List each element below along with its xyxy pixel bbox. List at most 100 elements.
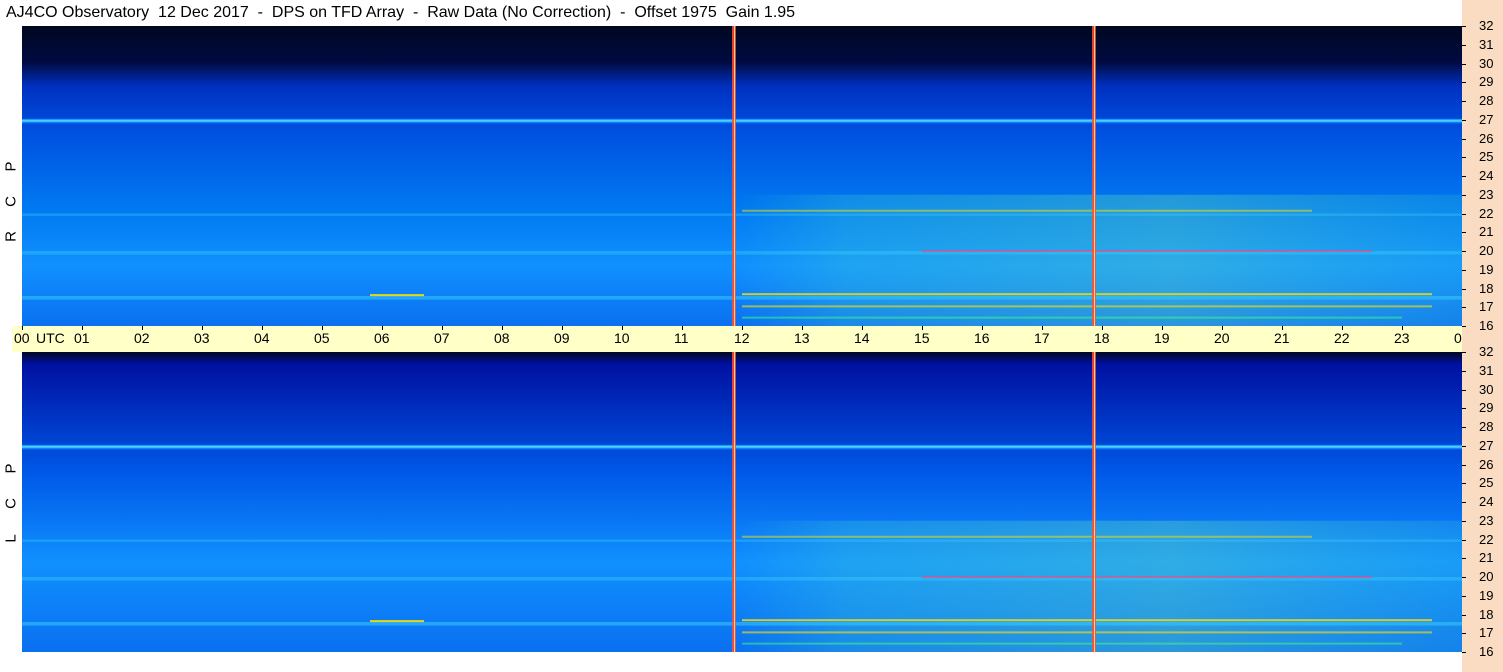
freq-tick-label: 27 xyxy=(1479,111,1494,127)
time-tick-label: 05 xyxy=(314,330,330,346)
freq-tick-mark xyxy=(1462,408,1466,410)
freq-tick-label: 18 xyxy=(1479,280,1494,296)
freq-tick-label: 24 xyxy=(1479,168,1494,183)
time-tick-label: 09 xyxy=(554,330,570,346)
pol-letter: C xyxy=(2,196,20,207)
freq-tick-mark xyxy=(1462,176,1466,177)
time-tick-label: 15 xyxy=(914,330,930,346)
page-title: AJ4CO Observatory 12 Dec 2017 - DPS on T… xyxy=(6,4,796,21)
interference-line xyxy=(22,119,1462,122)
freq-tick-mark xyxy=(1462,352,1466,353)
time-tick-label: 10 xyxy=(614,330,630,346)
freq-tick-label: 26 xyxy=(1479,130,1494,146)
freq-tick-label: 19 xyxy=(1479,587,1494,603)
freq-tick-label: 22 xyxy=(1479,531,1494,547)
interference-line xyxy=(742,619,1432,622)
freq-tick-mark xyxy=(1462,558,1466,560)
pol-letter: L xyxy=(2,534,20,543)
freq-tick-mark xyxy=(1462,652,1466,653)
freq-tick-label: 19 xyxy=(1479,261,1494,277)
time-axis: 00 01 02 03 04 05 06 07 08 09 10 11 12 13 14 15 16 17 18 19… xyxy=(12,326,1499,352)
spectrogram-band xyxy=(22,296,1462,300)
freq-tick-mark xyxy=(1462,326,1466,327)
freq-tick-mark xyxy=(1462,427,1466,428)
time-tick-label: 23 xyxy=(1394,330,1410,346)
pol-letter: R xyxy=(2,231,20,242)
freq-tick-mark xyxy=(1462,445,1466,447)
freq-tick-label: 27 xyxy=(1479,437,1494,453)
freq-tick-mark xyxy=(1462,539,1466,541)
freq-tick-mark xyxy=(1462,119,1466,121)
time-tick-label: 13 xyxy=(794,330,810,346)
freq-tick-label: 21 xyxy=(1479,224,1494,240)
freq-tick-mark xyxy=(1462,82,1466,84)
interference-line xyxy=(742,305,1432,308)
freq-tick-label: 16 xyxy=(1479,644,1494,659)
time-tick-label: 17 xyxy=(1034,330,1050,346)
freq-tick-label: 31 xyxy=(1479,362,1494,378)
time-tick-label: 21 xyxy=(1274,330,1290,346)
interference-line xyxy=(742,209,1312,212)
time-tick-label: 04 xyxy=(254,330,270,346)
interference-line xyxy=(742,535,1312,538)
interference-line xyxy=(370,620,424,623)
utc-label: UTC xyxy=(36,330,65,346)
freq-tick-label: 25 xyxy=(1479,475,1494,491)
freq-tick-label: 20 xyxy=(1479,243,1494,258)
time-tick-label: 01 xyxy=(74,330,90,346)
time-tick-label: 22 xyxy=(1334,330,1350,346)
spectrogram-rcp-plot xyxy=(22,26,1462,326)
spectrogram-rcp xyxy=(22,26,1462,326)
freq-tick-mark xyxy=(1462,483,1466,485)
freq-tick-label: 17 xyxy=(1479,625,1494,641)
time-tick-label: 07 xyxy=(434,330,450,346)
time-tick-label: 12 xyxy=(734,330,750,346)
freq-tick-mark xyxy=(1462,157,1466,159)
freq-tick-mark xyxy=(1462,502,1466,503)
freq-tick-label: 23 xyxy=(1479,186,1494,202)
freq-tick-label: 30 xyxy=(1479,55,1494,71)
freq-tick-label: 28 xyxy=(1479,93,1494,108)
time-tick-label: 08 xyxy=(494,330,510,346)
freq-tick-mark xyxy=(1462,633,1466,635)
freq-tick-mark xyxy=(1462,194,1466,196)
vertical-marker-core xyxy=(734,352,735,652)
freq-tick-mark xyxy=(1462,577,1466,578)
freq-tick-mark xyxy=(1462,370,1466,372)
spectrogram-lcp xyxy=(22,352,1462,652)
vertical-marker-core xyxy=(734,26,735,326)
freq-tick-label: 31 xyxy=(1479,36,1494,52)
polarization-label-rcp: P C R xyxy=(0,26,22,326)
freq-tick-label: 21 xyxy=(1479,550,1494,566)
freq-tick-mark xyxy=(1462,307,1466,309)
time-tick-label: 06 xyxy=(374,330,390,346)
freq-tick-mark xyxy=(1462,232,1466,234)
vertical-marker-core xyxy=(1094,26,1095,326)
interference-line xyxy=(742,293,1432,296)
freq-tick-label: 22 xyxy=(1479,205,1494,221)
freq-tick-label: 18 xyxy=(1479,606,1494,622)
freq-tick-label: 28 xyxy=(1479,419,1494,434)
freq-tick-mark xyxy=(1462,44,1466,46)
freq-tick-mark xyxy=(1462,288,1466,290)
interference-line xyxy=(22,445,1462,448)
time-tick-label: 20 xyxy=(1214,330,1230,346)
freq-tick-mark xyxy=(1462,63,1466,65)
time-tick-label: 02 xyxy=(134,330,150,346)
interference-line xyxy=(370,294,424,297)
spectrogram-band xyxy=(22,622,1462,626)
freq-tick-mark xyxy=(1462,595,1466,597)
freq-tick-mark xyxy=(1462,251,1466,252)
freq-tick-mark xyxy=(1462,520,1466,522)
freq-tick-mark xyxy=(1462,389,1466,391)
freq-tick-mark xyxy=(1462,269,1466,271)
freq-tick-label: 16 xyxy=(1479,318,1494,333)
freq-tick-label: 24 xyxy=(1479,494,1494,509)
spectrogram-band xyxy=(22,539,1462,542)
freq-tick-label: 32 xyxy=(1479,18,1494,33)
spectrogram-lcp-plot xyxy=(22,352,1462,652)
time-tick-label: 00 xyxy=(14,330,30,346)
freq-tick-mark xyxy=(1462,138,1466,140)
polarization-label-lcp: P C L xyxy=(0,352,22,652)
time-tick-label: 19 xyxy=(1154,330,1170,346)
